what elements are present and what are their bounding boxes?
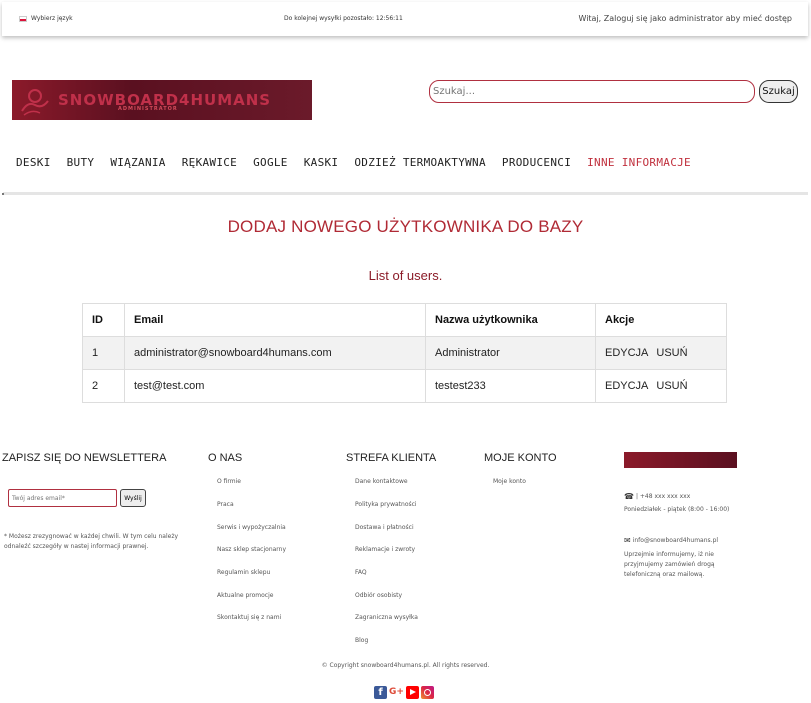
list-title: List of users. bbox=[368, 268, 443, 283]
google-plus-icon[interactable]: G+ bbox=[389, 686, 404, 699]
footer-link-praca[interactable]: Praca bbox=[217, 501, 234, 508]
nav-item-inne-informacje[interactable]: INNE INFORMACJE bbox=[587, 156, 691, 169]
nav-item-buty[interactable]: BUTY bbox=[67, 156, 95, 169]
footer-link-odbior[interactable]: Odbiór osobisty bbox=[355, 592, 402, 599]
welcome-text[interactable]: Witaj, Zaloguj się jako administrator ab… bbox=[578, 14, 792, 23]
newsletter-note: * Możesz zrezygnować w każdej chwili. W … bbox=[4, 533, 179, 550]
users-table: ID Email Nazwa użytkownika Akcje 1 admin… bbox=[82, 303, 727, 403]
contact-phone: ☎ | +48 xxx xxx xxx bbox=[624, 492, 690, 501]
top-bar: Wybierz język Do kolejnej wysyłki pozost… bbox=[2, 2, 808, 36]
edit-link[interactable]: EDYCJA bbox=[605, 347, 648, 359]
divider-marker bbox=[2, 193, 4, 195]
footer-link-reklamacje[interactable]: Reklamacje i zwroty bbox=[355, 546, 415, 553]
delete-link[interactable]: USUŃ bbox=[656, 380, 687, 392]
cell-email: test@test.com bbox=[124, 369, 426, 403]
footer-link-kontakt[interactable]: Skontaktuj się z nami bbox=[217, 614, 281, 621]
nav-item-producenci[interactable]: PRODUCENCI bbox=[502, 156, 571, 169]
delete-link[interactable]: USUŃ bbox=[656, 347, 687, 359]
footer-link-blog[interactable]: Blog bbox=[355, 637, 368, 644]
client-zone-heading: STREFA KLIENTA bbox=[346, 452, 437, 464]
about-heading: O NAS bbox=[208, 452, 243, 464]
nav-item-odziez[interactable]: ODZIEŻ TERMOAKTYWNA bbox=[354, 156, 486, 169]
email-address: info@snowboard4humans.pl bbox=[632, 537, 719, 544]
poland-flag-icon bbox=[19, 15, 27, 22]
footer-link-regulamin[interactable]: Regulamin sklepu bbox=[217, 569, 270, 576]
youtube-icon[interactable] bbox=[406, 686, 419, 699]
cell-id: 2 bbox=[82, 369, 125, 403]
phone-number: | +48 xxx xxx xxx bbox=[635, 493, 691, 500]
newsletter-email-input[interactable] bbox=[8, 489, 117, 507]
table-header-row: ID Email Nazwa użytkownika Akcje bbox=[82, 303, 727, 337]
column-header-id: ID bbox=[82, 303, 125, 337]
footer-link-o-firmie[interactable]: O firmie bbox=[217, 478, 241, 485]
facebook-icon[interactable]: f bbox=[374, 686, 387, 699]
instagram-icon[interactable] bbox=[421, 686, 434, 699]
footer-link-faq[interactable]: FAQ bbox=[355, 569, 367, 576]
column-header-actions: Akcje bbox=[595, 303, 727, 337]
search-button[interactable]: Szukaj bbox=[759, 80, 798, 103]
logo-mark-icon bbox=[21, 89, 49, 116]
footer-link-polityka[interactable]: Polityka prywatności bbox=[355, 501, 417, 508]
footer-link-moje-konto[interactable]: Moje konto bbox=[493, 478, 526, 485]
footer-link-dane[interactable]: Dane kontaktowe bbox=[355, 478, 408, 485]
cell-name: Administrator bbox=[425, 336, 596, 370]
cell-actions: EDYCJA USUŃ bbox=[595, 369, 727, 403]
social-links: f G+ bbox=[374, 686, 434, 699]
nav-divider bbox=[3, 192, 808, 195]
nav-item-wiazania[interactable]: WIĄZANIA bbox=[110, 156, 165, 169]
contact-hours: Poniedziałek - piątek (8:00 - 16:00) bbox=[624, 506, 730, 513]
footer-link-zagraniczna[interactable]: Zagraniczna wysyłka bbox=[355, 614, 418, 621]
contact-note: Uprzejmie informujemy, iż nie przyjmujem… bbox=[624, 551, 715, 578]
footer-link-promocje[interactable]: Aktualne promocje bbox=[217, 592, 273, 599]
language-label: Wybierz język bbox=[31, 15, 73, 22]
cell-id: 1 bbox=[82, 336, 125, 370]
page-title: DODAJ NOWEGO UŻYTKOWNIKA DO BAZY bbox=[227, 217, 584, 236]
phone-icon: ☎ bbox=[624, 492, 634, 501]
nav-item-gogle[interactable]: GOGLE bbox=[253, 156, 288, 169]
cell-actions: EDYCJA USUŃ bbox=[595, 336, 727, 370]
copyright: © Copyright snowboard4humans.pl. All rig… bbox=[321, 662, 490, 669]
table-row: 1 administrator@snowboard4humans.com Adm… bbox=[82, 336, 727, 370]
language-selector[interactable]: Wybierz język bbox=[19, 15, 73, 22]
column-header-email: Email bbox=[124, 303, 426, 337]
shipping-timer: Do kolejnej wysyłki pozostało: 12:56:11 bbox=[284, 15, 403, 22]
logo-subtitle: ADMINISTRATOR bbox=[118, 106, 178, 112]
column-header-name: Nazwa użytkownika bbox=[425, 303, 596, 337]
edit-link[interactable]: EDYCJA bbox=[605, 380, 648, 392]
nav-item-kaski[interactable]: KASKI bbox=[304, 156, 339, 169]
footer-link-dostawa[interactable]: Dostawa i płatności bbox=[355, 524, 414, 531]
cell-email: administrator@snowboard4humans.com bbox=[124, 336, 426, 370]
mail-icon: ✉ bbox=[624, 536, 631, 545]
newsletter-send-button[interactable]: Wyślij bbox=[120, 489, 146, 507]
footer-logo[interactable] bbox=[624, 452, 737, 468]
nav-item-deski[interactable]: DESKI bbox=[16, 156, 51, 169]
newsletter-heading: ZAPISZ SIĘ DO NEWSLETTERA bbox=[2, 452, 167, 464]
account-heading: MOJE KONTO bbox=[484, 452, 557, 464]
contact-email[interactable]: ✉ info@snowboard4humans.pl bbox=[624, 536, 718, 545]
table-row: 2 test@test.com testest233 EDYCJA USUŃ bbox=[82, 369, 727, 403]
cell-name: testest233 bbox=[425, 369, 596, 403]
footer-link-sklep[interactable]: Nasz sklep stacjonarny bbox=[217, 546, 286, 553]
search-input[interactable] bbox=[429, 80, 755, 103]
nav-item-rekawice[interactable]: RĘKAWICE bbox=[182, 156, 237, 169]
site-logo[interactable]: SNOWBOARD4HUMANS ADMINISTRATOR bbox=[12, 80, 312, 120]
main-nav: DESKI BUTY WIĄZANIA RĘKAWICE GOGLE KASKI… bbox=[16, 156, 707, 169]
footer-link-serwis[interactable]: Serwis i wypożyczalnia bbox=[217, 524, 286, 531]
